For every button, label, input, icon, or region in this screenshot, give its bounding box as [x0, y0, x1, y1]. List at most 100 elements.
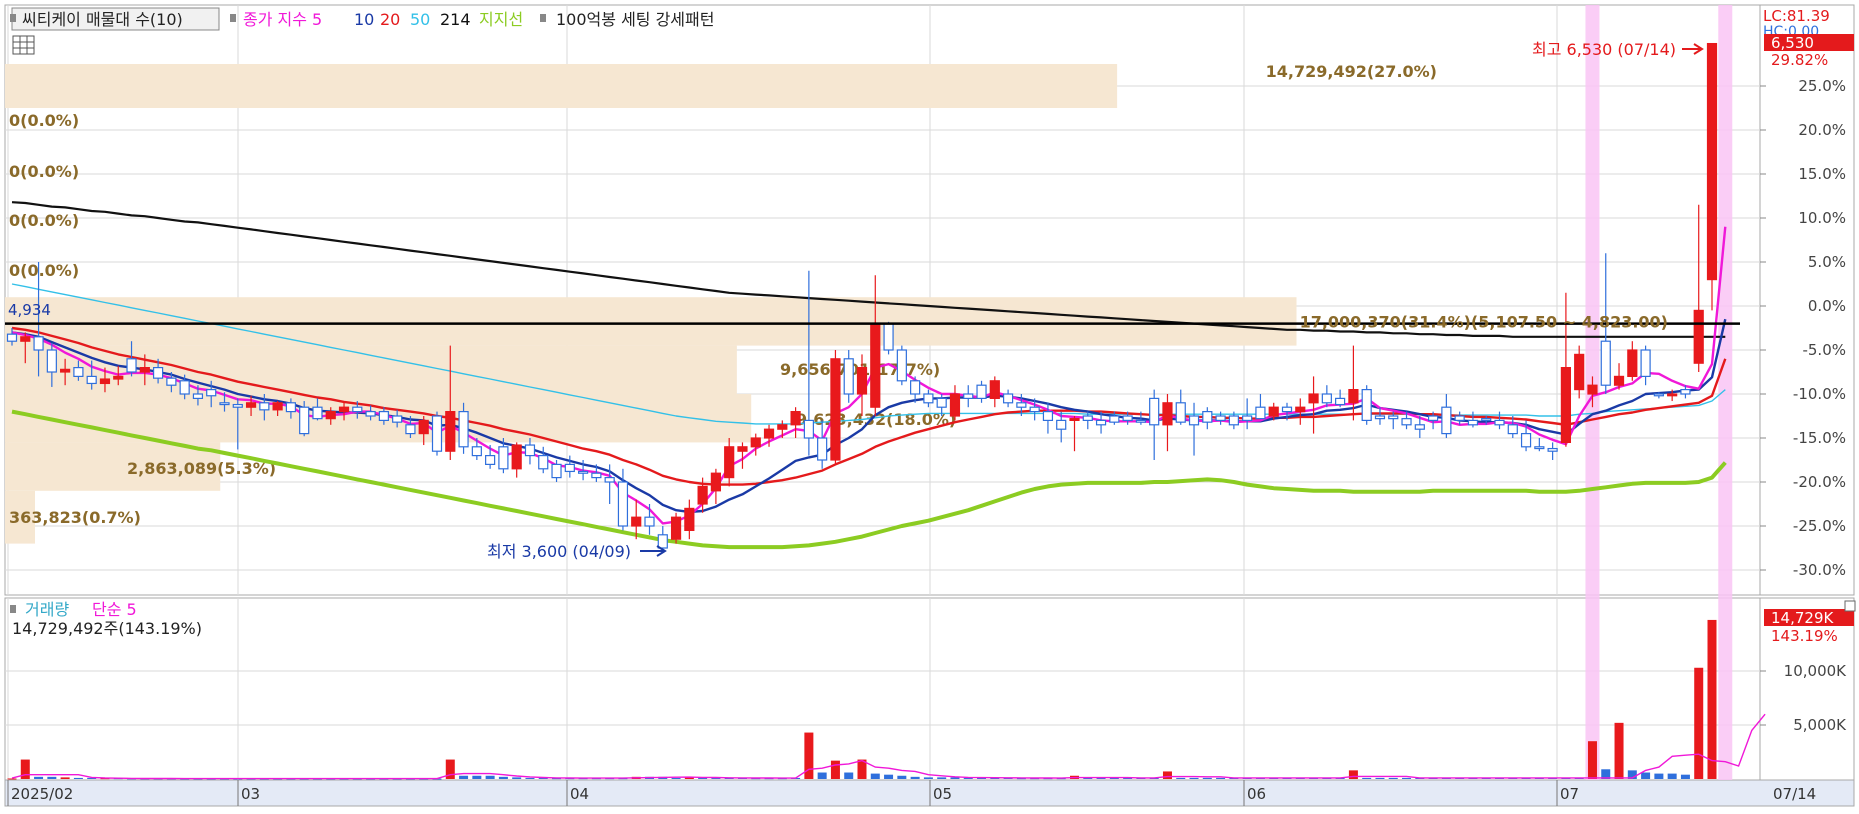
candle-body: [1308, 393, 1319, 404]
legend-title[interactable]: 씨티케이 매물대 수(10): [22, 10, 183, 29]
candle-body: [219, 402, 230, 406]
candle-body: [1162, 402, 1173, 426]
volume-legend-ma[interactable]: 단순 5: [92, 600, 137, 619]
candle-body: [1494, 419, 1505, 426]
candle-body: [777, 424, 788, 430]
volume-legend-label[interactable]: 거래량: [25, 600, 69, 619]
candle-body: [949, 393, 961, 417]
candle-body: [1175, 402, 1186, 423]
volume-bar: [7, 778, 17, 780]
candle-body: [1481, 418, 1492, 422]
price-tick-label: -10.0%: [1793, 385, 1846, 403]
volume-bar: [1202, 777, 1212, 779]
volume-bar: [1587, 741, 1597, 779]
candle-body: [1095, 419, 1107, 426]
volume-profile-band: [5, 64, 1118, 108]
candle-body: [458, 411, 469, 448]
date-tick-label: 2025/02: [11, 785, 73, 803]
pattern-highlight: [1718, 5, 1733, 780]
candle-body: [976, 384, 987, 400]
volume-bar: [512, 777, 522, 779]
candle-body: [272, 402, 283, 411]
last-pct-text: 29.82%: [1771, 51, 1828, 69]
candle-body: [604, 477, 615, 483]
last-volume-text: 14,729K: [1771, 609, 1834, 627]
legend-ma214[interactable]: 214: [440, 10, 471, 29]
volume-bar: [1680, 774, 1690, 779]
candle-body: [883, 323, 894, 351]
price-tick-label: 10.0%: [1798, 209, 1846, 227]
volume-bar: [1641, 772, 1651, 779]
volume-bar: [1189, 777, 1199, 779]
candle-body: [1388, 415, 1399, 420]
candle-body: [338, 406, 350, 413]
candle-body: [1706, 42, 1718, 281]
volume-bar: [1216, 777, 1226, 779]
volume-bar: [1707, 619, 1717, 779]
candle-body: [1016, 402, 1027, 408]
date-tick-label: 06: [1247, 785, 1266, 803]
candle-body: [710, 472, 722, 492]
candle-body: [1680, 389, 1691, 395]
candle-body: [445, 411, 456, 452]
candle-body: [431, 415, 443, 452]
candle-body: [724, 446, 735, 479]
volume-tick-label: 5,000K: [1793, 716, 1847, 734]
candle-body: [192, 393, 204, 400]
legend-ma10[interactable]: 10: [354, 10, 374, 29]
candle-body: [1295, 406, 1306, 413]
volume-legend-marker: [10, 605, 16, 613]
candle-body: [485, 455, 496, 466]
volume-bar: [472, 775, 482, 779]
legend-ma50[interactable]: 50: [410, 10, 430, 29]
volume-bar: [884, 774, 894, 779]
price-tick-label: 5.0%: [1808, 253, 1846, 271]
candle-body: [1361, 389, 1372, 422]
price-tick-label: -20.0%: [1793, 473, 1846, 491]
candle-body: [471, 446, 482, 457]
candle-body: [259, 402, 270, 411]
candle-body: [1427, 415, 1439, 422]
volume-profile-label: 14,729,492(27.0%): [1266, 62, 1437, 81]
candle-body: [1149, 397, 1160, 426]
candle-body: [166, 377, 177, 386]
volume-bar: [1362, 777, 1372, 779]
candle-body: [245, 402, 257, 408]
price-tick-label: -30.0%: [1793, 561, 1846, 579]
candle-body: [126, 358, 137, 373]
candle-body: [1454, 415, 1465, 422]
volume-bar: [60, 777, 70, 779]
candle-body: [1441, 406, 1452, 435]
volume-bar: [1348, 770, 1358, 779]
legend-ma-label[interactable]: 종가 지수 5: [243, 10, 322, 29]
legend-support[interactable]: 지지선: [479, 10, 523, 29]
lc-label: LC:81.39: [1763, 7, 1830, 25]
volume-profile-label: 2,863,089(5.3%): [127, 459, 276, 478]
date-tick-label: 07: [1560, 785, 1579, 803]
candle-body: [1255, 406, 1266, 420]
candle-body: [1507, 424, 1518, 435]
volume-bar: [910, 776, 920, 779]
candle-body: [1135, 419, 1147, 423]
low-marker-label: 최저 3,600 (04/09): [487, 542, 631, 561]
candle-body: [1242, 415, 1253, 422]
candle-body: [113, 375, 124, 380]
close-volume-button[interactable]: [1844, 600, 1856, 612]
candle-body: [1122, 415, 1133, 422]
volume-bar: [459, 775, 469, 779]
date-tick-label: 03: [241, 785, 260, 803]
legend-pattern-marker: [540, 14, 546, 22]
candle-body: [1228, 415, 1239, 426]
candle-body: [498, 446, 509, 470]
candle-body: [936, 397, 947, 408]
candle-body: [1109, 415, 1120, 423]
table-icon[interactable]: [12, 35, 35, 55]
candle-body: [1414, 424, 1425, 430]
volume-bar: [671, 777, 681, 779]
legend-ma20[interactable]: 20: [380, 10, 400, 29]
candle-body: [923, 393, 934, 404]
volume-bar: [1614, 722, 1624, 779]
candle-body: [1202, 411, 1213, 423]
chart-canvas[interactable]: 14,729,492(27.0%) 0(0.0%) 0(0.0%) 0(0.0%) 0(…: [0, 0, 1859, 810]
legend-pattern[interactable]: 100억봉 세팅 강세패턴: [556, 10, 714, 29]
